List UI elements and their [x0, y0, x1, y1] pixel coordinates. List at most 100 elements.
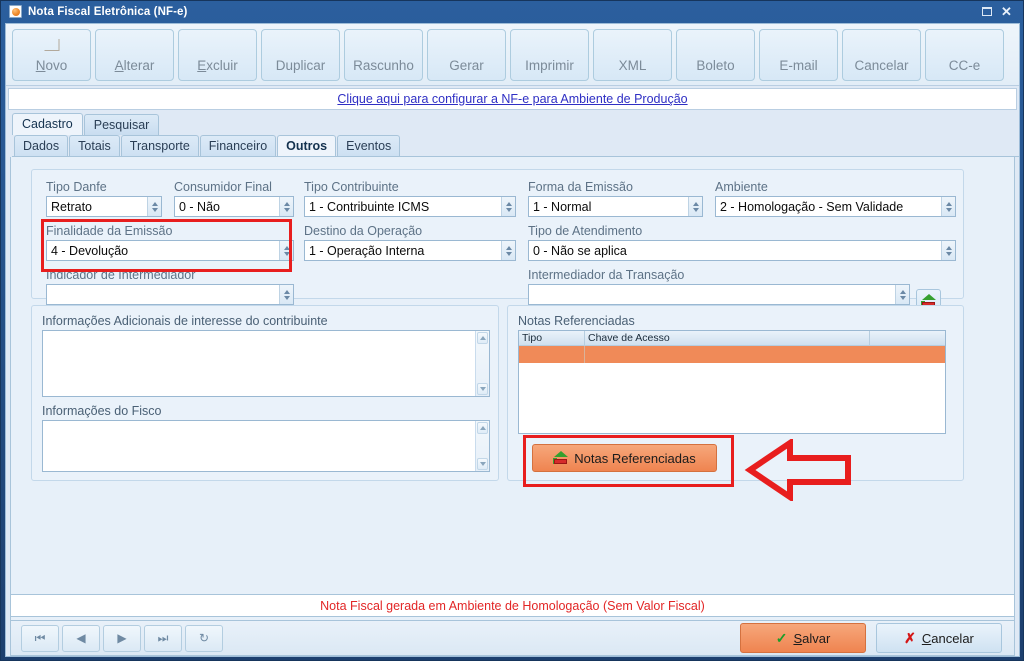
select-tipo-danfe[interactable]: Retrato	[46, 196, 162, 217]
nav-first-button[interactable]: ⏮	[21, 625, 59, 652]
bottom-action-bar: ⏮◀▶⏭↻ ✓ Salvar ✗ Cancelar	[10, 620, 1015, 656]
select-indicador-intermediador[interactable]	[46, 284, 294, 305]
table-row[interactable]	[519, 346, 945, 363]
value-indicador-intermediador	[47, 285, 279, 304]
stepper-destino-operacao[interactable]	[501, 241, 515, 260]
tab-totais[interactable]: Totais	[69, 135, 120, 156]
stepper-finalidade-emissao[interactable]	[279, 241, 293, 260]
toolbar-button-xml[interactable]: XML	[593, 29, 672, 81]
value-finalidade-emissao: 4 - Devolução	[47, 241, 279, 260]
stepper-tipo-contribuinte[interactable]	[501, 197, 515, 216]
grid-col-tipo[interactable]: Tipo	[519, 331, 585, 345]
nav-previous-button[interactable]: ◀	[62, 625, 100, 652]
label-destino-operacao: Destino da Operação	[304, 224, 516, 238]
notas-referenciadas-button-label: Notas Referenciadas	[574, 451, 695, 466]
notas-referenciadas-button[interactable]: Notas Referenciadas	[532, 444, 717, 472]
configure-production-link[interactable]: Clique aqui para configurar a NF-e para …	[337, 92, 687, 106]
stepper-consumidor-final[interactable]	[279, 197, 293, 216]
scroll-down-icon[interactable]	[477, 458, 488, 470]
field-forma-emissao: Forma da Emissão 1 - Normal	[528, 180, 703, 217]
grid-col-filler	[870, 331, 945, 345]
tab-eventos[interactable]: Eventos	[337, 135, 400, 156]
toolbar-button-novo[interactable]: Novo	[12, 29, 91, 81]
client-area: NovoAlterarExcluirDuplicarRascunhoGerarI…	[5, 23, 1020, 657]
tab-cadastro[interactable]: Cadastro	[12, 113, 83, 135]
select-intermediador-transacao[interactable]	[528, 284, 910, 305]
save-button-label: Salvar	[793, 631, 830, 646]
toolbar-button-imprimir[interactable]: Imprimir	[510, 29, 589, 81]
toolbar-button-cancelar[interactable]: Cancelar	[842, 29, 921, 81]
cell-tipo[interactable]	[519, 346, 585, 363]
select-tipo-contribuinte[interactable]: 1 - Contribuinte ICMS	[304, 196, 516, 217]
scrollbar-info-fisco[interactable]	[475, 421, 489, 471]
outer-tab-strip: CadastroPesquisar	[12, 114, 1019, 135]
cell-chave-acesso[interactable]	[585, 346, 870, 363]
toolbar-button-boleto[interactable]: Boleto	[676, 29, 755, 81]
select-ambiente[interactable]: 2 - Homologação - Sem Validade	[715, 196, 956, 217]
toolbar-button-gerar[interactable]: Gerar	[427, 29, 506, 81]
toolbar-icon	[44, 39, 59, 51]
stepper-tipo-atendimento[interactable]	[941, 241, 955, 260]
nav-last-button[interactable]: ⏭	[144, 625, 182, 652]
scroll-down-icon[interactable]	[477, 383, 488, 395]
toolbar-button-e-mail[interactable]: E-mail	[759, 29, 838, 81]
restore-window-button[interactable]	[982, 5, 992, 18]
toolbar-button-cc-e[interactable]: CC-e	[925, 29, 1004, 81]
toolbar-button-alterar[interactable]: Alterar	[95, 29, 174, 81]
close-window-button[interactable]: ✕	[1001, 5, 1012, 18]
stepper-ambiente[interactable]	[941, 197, 955, 216]
value-tipo-atendimento: 0 - Não se aplica	[529, 241, 941, 260]
cancel-button-label: Cancelar	[922, 631, 974, 646]
toolbar-button-duplicar[interactable]: Duplicar	[261, 29, 340, 81]
tab-outros[interactable]: Outros	[277, 135, 336, 156]
toolbar-button-excluir[interactable]: Excluir	[178, 29, 257, 81]
cancel-button[interactable]: ✗ Cancelar	[876, 623, 1002, 653]
select-finalidade-emissao[interactable]: 4 - Devolução	[46, 240, 294, 261]
textarea-info-fisco[interactable]	[42, 420, 490, 472]
select-consumidor-final[interactable]: 0 - Não	[174, 196, 294, 217]
nav-next-button[interactable]: ▶	[103, 625, 141, 652]
tab-pesquisar[interactable]: Pesquisar	[84, 114, 160, 135]
check-icon: ✓	[776, 630, 788, 647]
title-bar: Nota Fiscal Eletrônica (NF-e) ✕	[5, 1, 1019, 22]
notas-referenciadas-grid[interactable]: Tipo Chave de Acesso	[518, 330, 946, 434]
grid-header-row: Tipo Chave de Acesso	[519, 331, 945, 346]
toolbar-icon	[957, 39, 972, 51]
field-destino-operacao: Destino da Operação 1 - Operação Interna	[304, 224, 516, 261]
tab-transporte[interactable]: Transporte	[121, 135, 199, 156]
textarea-info-adicionais[interactable]	[42, 330, 490, 397]
scroll-up-icon[interactable]	[477, 332, 488, 344]
field-intermediador-transacao: Intermediador da Transação	[528, 268, 910, 305]
toolbar-button-label: Cancelar	[854, 58, 908, 73]
save-button[interactable]: ✓ Salvar	[740, 623, 866, 653]
record-navigator: ⏮◀▶⏭↻	[21, 625, 223, 652]
informacoes-group: Informações Adicionais de interesse do c…	[31, 305, 499, 481]
scroll-up-icon[interactable]	[477, 422, 488, 434]
nav-refresh-button[interactable]: ↻	[185, 625, 223, 652]
label-forma-emissao: Forma da Emissão	[528, 180, 703, 194]
label-info-fisco: Informações do Fisco	[42, 404, 162, 418]
toolbar-button-label: E-mail	[779, 58, 817, 73]
stepper-tipo-danfe[interactable]	[147, 197, 161, 216]
field-indicador-intermediador: Indicador de Intermediador	[46, 268, 294, 305]
tab-financeiro[interactable]: Financeiro	[200, 135, 276, 156]
toolbar-icon	[625, 39, 640, 51]
select-destino-operacao[interactable]: 1 - Operação Interna	[304, 240, 516, 261]
info-adicionais-text[interactable]	[43, 331, 475, 396]
info-fisco-text[interactable]	[43, 421, 475, 471]
stepper-intermediador-transacao[interactable]	[895, 285, 909, 304]
select-tipo-atendimento[interactable]: 0 - Não se aplica	[528, 240, 956, 261]
toolbar-button-label: CC-e	[949, 58, 981, 73]
value-tipo-danfe: Retrato	[47, 197, 147, 216]
stepper-indicador-intermediador[interactable]	[279, 285, 293, 304]
application-window: Nota Fiscal Eletrônica (NF-e) ✕ NovoAlte…	[0, 0, 1024, 661]
toolbar-button-rascunho[interactable]: Rascunho	[344, 29, 423, 81]
field-ambiente: Ambiente 2 - Homologação - Sem Validade	[715, 180, 956, 217]
grid-col-chave-acesso[interactable]: Chave de Acesso	[585, 331, 870, 345]
toolbar-icon	[127, 39, 142, 51]
scrollbar-info-adicionais[interactable]	[475, 331, 489, 396]
stepper-forma-emissao[interactable]	[688, 197, 702, 216]
toolbar-icon	[791, 39, 806, 51]
tab-dados[interactable]: Dados	[14, 135, 68, 156]
select-forma-emissao[interactable]: 1 - Normal	[528, 196, 703, 217]
